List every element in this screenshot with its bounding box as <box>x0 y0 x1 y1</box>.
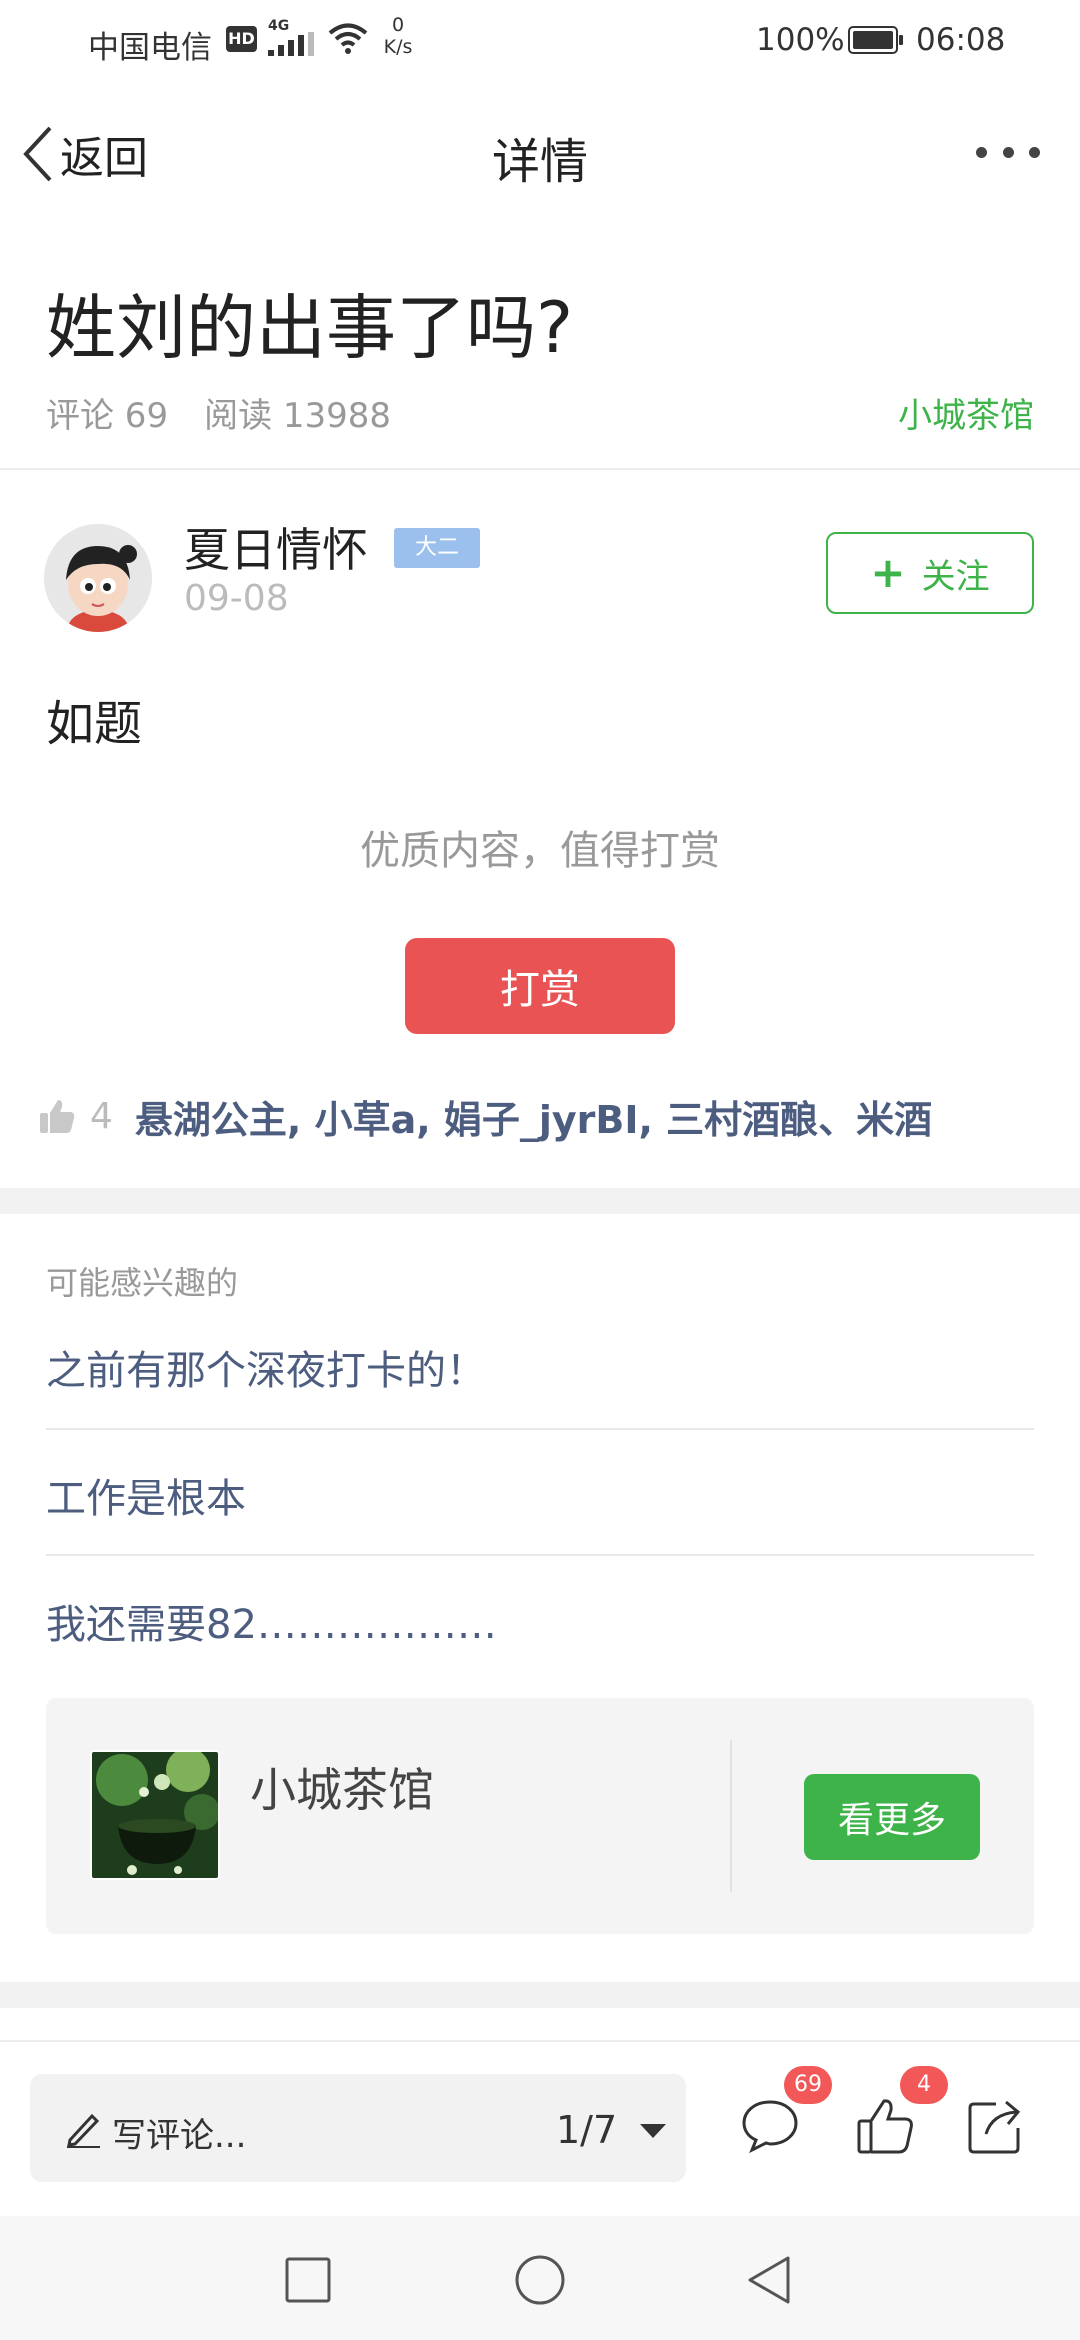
signal-icon <box>268 32 314 56</box>
comment-bar: 写评论... 1/7 69 4 <box>0 2040 1080 2216</box>
status-bar: 中国电信 HD 4G 0 K/s 100% 06:08 <box>0 0 1080 84</box>
net-speed-value: 0 <box>391 14 405 36</box>
post-body: 如题 <box>46 696 143 752</box>
author-level-badge: 大二 <box>394 528 480 568</box>
post-title: 姓刘的出事了吗? <box>46 287 574 369</box>
net-speed-unit: K/s <box>383 36 413 58</box>
divider <box>0 468 1080 470</box>
group-link[interactable]: 小城茶馆 <box>898 388 1034 437</box>
read-count: 阅读 13988 <box>204 396 392 436</box>
see-more-button[interactable]: 看更多 <box>804 1774 980 1860</box>
section-separator <box>0 1982 1080 2008</box>
page-indicator[interactable]: 1/7 <box>556 2108 617 2152</box>
group-card[interactable]: 小城茶馆 看更多 <box>46 1698 1034 1934</box>
tea-cup-image <box>92 1752 218 1878</box>
likes-names[interactable]: 悬湖公主, 小草a, 娟子_jyrBI, 三村酒酿、米酒 <box>135 1089 932 1144</box>
recommendations-label: 可能感兴趣的 <box>46 1264 239 1302</box>
carrier-label: 中国电信 <box>88 30 212 66</box>
caret-down-icon[interactable] <box>640 2124 666 2138</box>
net-speed: 0 K/s <box>380 14 416 58</box>
comment-icon[interactable] <box>740 2096 800 2154</box>
author-name[interactable]: 夏日情怀 <box>184 514 368 580</box>
divider <box>46 1428 1034 1430</box>
avatar[interactable] <box>44 524 152 632</box>
comment-count-badge: 69 <box>784 2066 832 2104</box>
post-date: 09-08 <box>184 578 289 619</box>
group-name: 小城茶馆 <box>250 1763 434 1817</box>
likes-row: 4 悬湖公主, 小草a, 娟子_jyrBI, 三村酒酿、米酒 <box>38 1090 932 1142</box>
more-dot-icon <box>976 146 987 158</box>
comment-count: 评论 69 <box>46 396 169 436</box>
more-options-button[interactable] <box>976 134 1040 170</box>
reward-button[interactable]: 打赏 <box>405 938 675 1034</box>
reward-prompt: 优质内容，值得打赏 <box>360 828 720 874</box>
follow-button[interactable]: + 关注 <box>826 532 1034 614</box>
recent-apps-icon[interactable] <box>284 2256 332 2304</box>
section-separator <box>0 1188 1080 1214</box>
recommendation-item[interactable]: 工作是根本 <box>46 1466 1034 1524</box>
thumbs-up-icon[interactable] <box>38 1097 76 1135</box>
page-title: 详情 <box>491 134 588 190</box>
battery-icon <box>848 26 903 54</box>
more-dot-icon <box>1002 146 1014 158</box>
share-icon[interactable] <box>966 2096 1026 2156</box>
like-count-badge: 4 <box>900 2066 948 2104</box>
pen-icon <box>67 2113 100 2148</box>
likes-count: 4 <box>90 1095 113 1137</box>
follow-label: 关注 <box>921 556 990 597</box>
divider <box>730 1740 732 1892</box>
comment-placeholder: 写评论... <box>112 2116 247 2156</box>
nav-bar: 返回 详情 <box>0 84 1080 224</box>
group-thumbnail <box>90 1750 220 1880</box>
comment-input[interactable]: 写评论... 1/7 <box>30 2074 686 2182</box>
plus-icon: + <box>870 548 906 597</box>
wifi-icon <box>328 23 368 54</box>
system-nav-bar <box>0 2216 1080 2340</box>
battery-percent: 100% <box>756 22 845 58</box>
avatar-image <box>44 524 152 632</box>
recommendation-item[interactable]: 我还需要82……………… <box>46 1592 1034 1650</box>
recommendation-item[interactable]: 之前有那个深夜打卡的！ <box>46 1338 1034 1396</box>
thumbs-up-icon[interactable] <box>856 2096 916 2156</box>
post-meta: 评论 69 阅读 13988 <box>46 388 391 437</box>
home-icon[interactable] <box>514 2254 566 2306</box>
divider <box>46 1554 1034 1556</box>
back-triangle-icon[interactable] <box>744 2254 794 2306</box>
more-dot-icon <box>1029 146 1040 158</box>
hd-icon: HD <box>226 26 257 52</box>
clock: 06:08 <box>916 22 1006 58</box>
